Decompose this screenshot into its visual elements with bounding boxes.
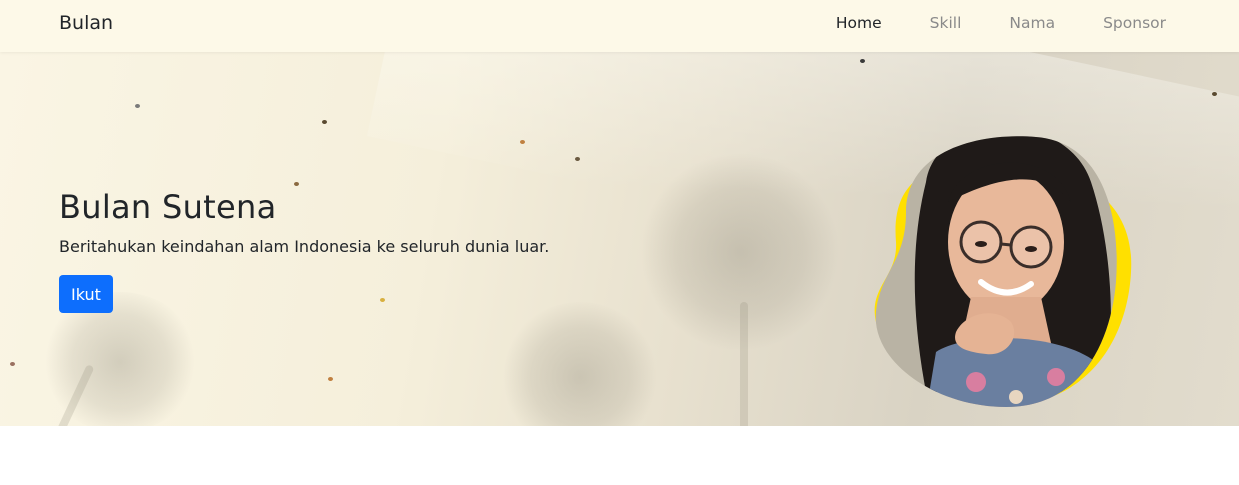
hero-subtitle: Beritahukan keindahan alam Indonesia ke … xyxy=(59,237,550,256)
follow-button[interactable]: Ikut xyxy=(59,275,113,313)
paper-speck xyxy=(380,298,385,302)
nav-link-skill[interactable]: Skill xyxy=(930,14,962,32)
paper-speck xyxy=(322,120,327,124)
nav-link-home[interactable]: Home xyxy=(836,14,882,32)
paper-speck xyxy=(575,157,580,161)
paper-speck xyxy=(520,140,525,144)
navbar: Bulan Home Skill Nama Sponsor xyxy=(0,0,1239,52)
flower-stem xyxy=(740,302,748,426)
paper-speck xyxy=(135,104,140,108)
paper-speck xyxy=(860,59,865,63)
hero-section: Bulan Sutena Beritahukan keindahan alam … xyxy=(0,52,1239,426)
nav-link-sponsor[interactable]: Sponsor xyxy=(1103,14,1166,32)
paper-speck xyxy=(294,182,299,186)
paper-speck xyxy=(328,377,333,381)
brand-link[interactable]: Bulan xyxy=(59,12,113,34)
flower-shadow xyxy=(500,302,660,426)
paper-speck xyxy=(1212,92,1217,96)
profile-photo xyxy=(874,136,1132,408)
hero-title: Bulan Sutena xyxy=(59,188,277,226)
paper-speck xyxy=(10,362,15,366)
nav-link-nama[interactable]: Nama xyxy=(1009,14,1055,32)
nav-links: Home Skill Nama Sponsor xyxy=(788,14,1166,32)
